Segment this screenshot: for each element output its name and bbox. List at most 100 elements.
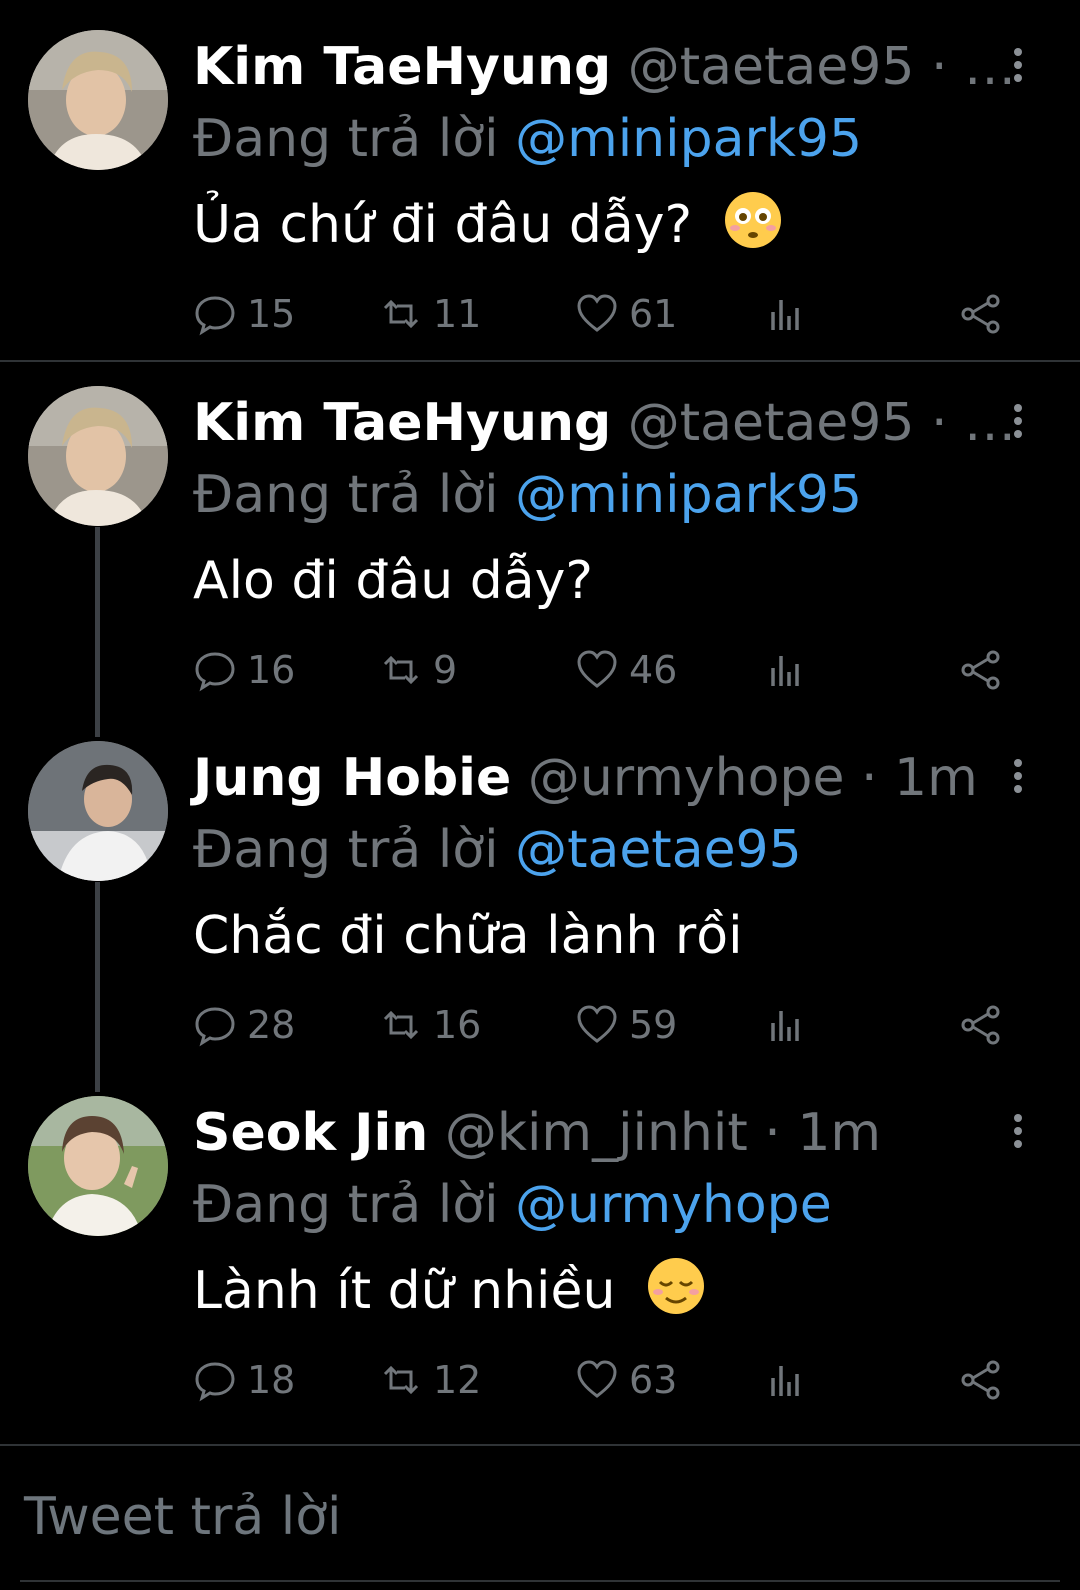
share-icon xyxy=(961,1360,1000,1400)
retweet-button[interactable]: 12 xyxy=(379,1350,481,1410)
replying-to-label: Đang trả lời xyxy=(193,1175,499,1235)
like-button[interactable]: 46 xyxy=(575,640,677,700)
views-button[interactable] xyxy=(765,284,819,344)
reply-count: 15 xyxy=(247,292,296,336)
share-button[interactable] xyxy=(959,640,1013,700)
reply-button[interactable]: 18 xyxy=(193,1350,295,1410)
retweet-icon xyxy=(383,1010,419,1040)
views-button[interactable] xyxy=(765,640,819,700)
retweet-icon xyxy=(383,1365,419,1395)
replying-to-label: Đang trả lời xyxy=(193,820,499,880)
author-name[interactable]: Kim TaeHyung xyxy=(193,37,611,97)
views-button[interactable] xyxy=(765,995,819,1055)
separator-dot: · xyxy=(764,1103,781,1163)
avatar[interactable] xyxy=(28,30,168,170)
more-options-icon[interactable] xyxy=(1012,759,1024,799)
author-handle[interactable]: @urmyhope xyxy=(528,748,845,808)
replying-to-label: Đang trả lời xyxy=(193,109,499,169)
tweet-text-content: Ủa chứ đi đâu dẫy? xyxy=(193,195,693,255)
like-count: 59 xyxy=(629,1003,678,1047)
share-icon xyxy=(961,650,1000,690)
retweet-count: 12 xyxy=(433,1358,482,1402)
tweet-text: Alo đi đâu dẫy? xyxy=(193,546,593,616)
reply-icon xyxy=(195,1007,235,1047)
reply-button[interactable]: 28 xyxy=(193,995,295,1055)
author-name[interactable]: Kim TaeHyung xyxy=(193,393,611,453)
tweet-header: Kim TaeHyung @taetae95 · … xyxy=(193,34,1016,100)
analytics-icon xyxy=(771,1011,799,1041)
share-button[interactable] xyxy=(959,284,1013,344)
retweet-count: 11 xyxy=(433,292,482,336)
reply-count: 28 xyxy=(247,1003,296,1047)
author-name[interactable]: Jung Hobie xyxy=(193,748,511,808)
heart-icon xyxy=(577,1360,617,1398)
like-button[interactable]: 63 xyxy=(575,1350,677,1410)
tweet-header: Kim TaeHyung @taetae95 · … xyxy=(193,390,1016,456)
author-handle[interactable]: @taetae95 xyxy=(628,37,915,97)
relieved-face-emoji xyxy=(647,1258,704,1314)
share-icon xyxy=(961,294,1000,334)
author-handle[interactable]: @taetae95 xyxy=(628,393,915,453)
reply-icon xyxy=(195,1362,235,1402)
retweet-icon xyxy=(383,655,419,685)
reply-button[interactable]: 16 xyxy=(193,640,295,700)
tweet[interactable]: Seok Jin @kim_jinhit · 1m Đang trả lời @… xyxy=(0,1066,1080,1446)
replying-to-handle[interactable]: @taetae95 xyxy=(515,820,802,880)
tweet-header: Jung Hobie @urmyhope · 1m xyxy=(193,745,978,811)
like-count: 61 xyxy=(629,292,678,336)
analytics-icon xyxy=(771,1366,799,1396)
action-bar: 18 12 63 xyxy=(193,1350,1013,1410)
like-button[interactable]: 61 xyxy=(575,284,677,344)
heart-icon xyxy=(577,1005,617,1043)
tweet[interactable]: Kim TaeHyung @taetae95 · … Đang trả lời … xyxy=(0,356,1080,716)
replying-to-label: Đang trả lời xyxy=(193,465,499,525)
separator-dot: · xyxy=(930,37,948,97)
reply-input[interactable]: Tweet trả lời xyxy=(24,1484,341,1550)
reply-composer[interactable]: Tweet trả lời xyxy=(0,1448,1080,1590)
timestamp: 1m xyxy=(797,1103,882,1163)
share-button[interactable] xyxy=(959,1350,1013,1410)
like-button[interactable]: 59 xyxy=(575,995,677,1055)
reply-button[interactable]: 15 xyxy=(193,284,295,344)
avatar[interactable] xyxy=(28,1096,168,1236)
retweet-button[interactable]: 9 xyxy=(379,640,457,700)
tweet[interactable]: Jung Hobie @urmyhope · 1m Đang trả lời @… xyxy=(0,711,1080,1071)
flushed-face-emoji xyxy=(724,192,781,248)
retweet-button[interactable]: 16 xyxy=(379,995,481,1055)
replying-to-handle[interactable]: @minipark95 xyxy=(515,465,862,525)
timestamp: … xyxy=(964,37,1017,97)
tweet-text-content: Chắc đi chữa lành rồi xyxy=(193,906,743,966)
more-options-icon[interactable] xyxy=(1012,404,1024,444)
avatar[interactable] xyxy=(28,741,168,881)
more-options-icon[interactable] xyxy=(1012,1114,1024,1154)
tweet[interactable]: Kim TaeHyung @taetae95 · … Đang trả lời … xyxy=(0,0,1080,360)
retweet-button[interactable]: 11 xyxy=(379,284,481,344)
more-options-icon[interactable] xyxy=(1012,48,1024,88)
retweet-icon xyxy=(383,299,419,329)
reply-count: 16 xyxy=(247,648,296,692)
action-bar: 15 11 61 xyxy=(193,284,1013,344)
tweet-text: Ủa chứ đi đâu dẫy? xyxy=(193,190,783,260)
replying-to-handle[interactable]: @minipark95 xyxy=(515,109,862,169)
author-name[interactable]: Seok Jin xyxy=(193,1103,428,1163)
timestamp: … xyxy=(964,393,1017,453)
separator-dot: · xyxy=(930,393,948,453)
tweet-text: Lành ít dữ nhiều xyxy=(193,1256,706,1326)
retweet-count: 9 xyxy=(433,648,458,692)
action-bar: 16 9 46 xyxy=(193,640,1013,700)
heart-icon xyxy=(577,650,617,688)
tweet-header: Seok Jin @kim_jinhit · 1m xyxy=(193,1100,881,1166)
author-handle[interactable]: @kim_jinhit xyxy=(445,1103,748,1163)
avatar[interactable] xyxy=(28,386,168,526)
heart-icon xyxy=(577,294,617,332)
timestamp: 1m xyxy=(894,748,978,808)
divider xyxy=(0,1444,1080,1446)
tweet-text-content: Alo đi đâu dẫy? xyxy=(193,551,593,611)
views-button[interactable] xyxy=(765,1350,819,1410)
tweet-text-content: Lành ít dữ nhiều xyxy=(193,1261,616,1321)
action-bar: 28 16 59 xyxy=(193,995,1013,1055)
reply-icon xyxy=(195,652,235,692)
share-button[interactable] xyxy=(959,995,1013,1055)
share-icon xyxy=(961,1005,1000,1045)
replying-to-handle[interactable]: @urmyhope xyxy=(515,1175,832,1235)
